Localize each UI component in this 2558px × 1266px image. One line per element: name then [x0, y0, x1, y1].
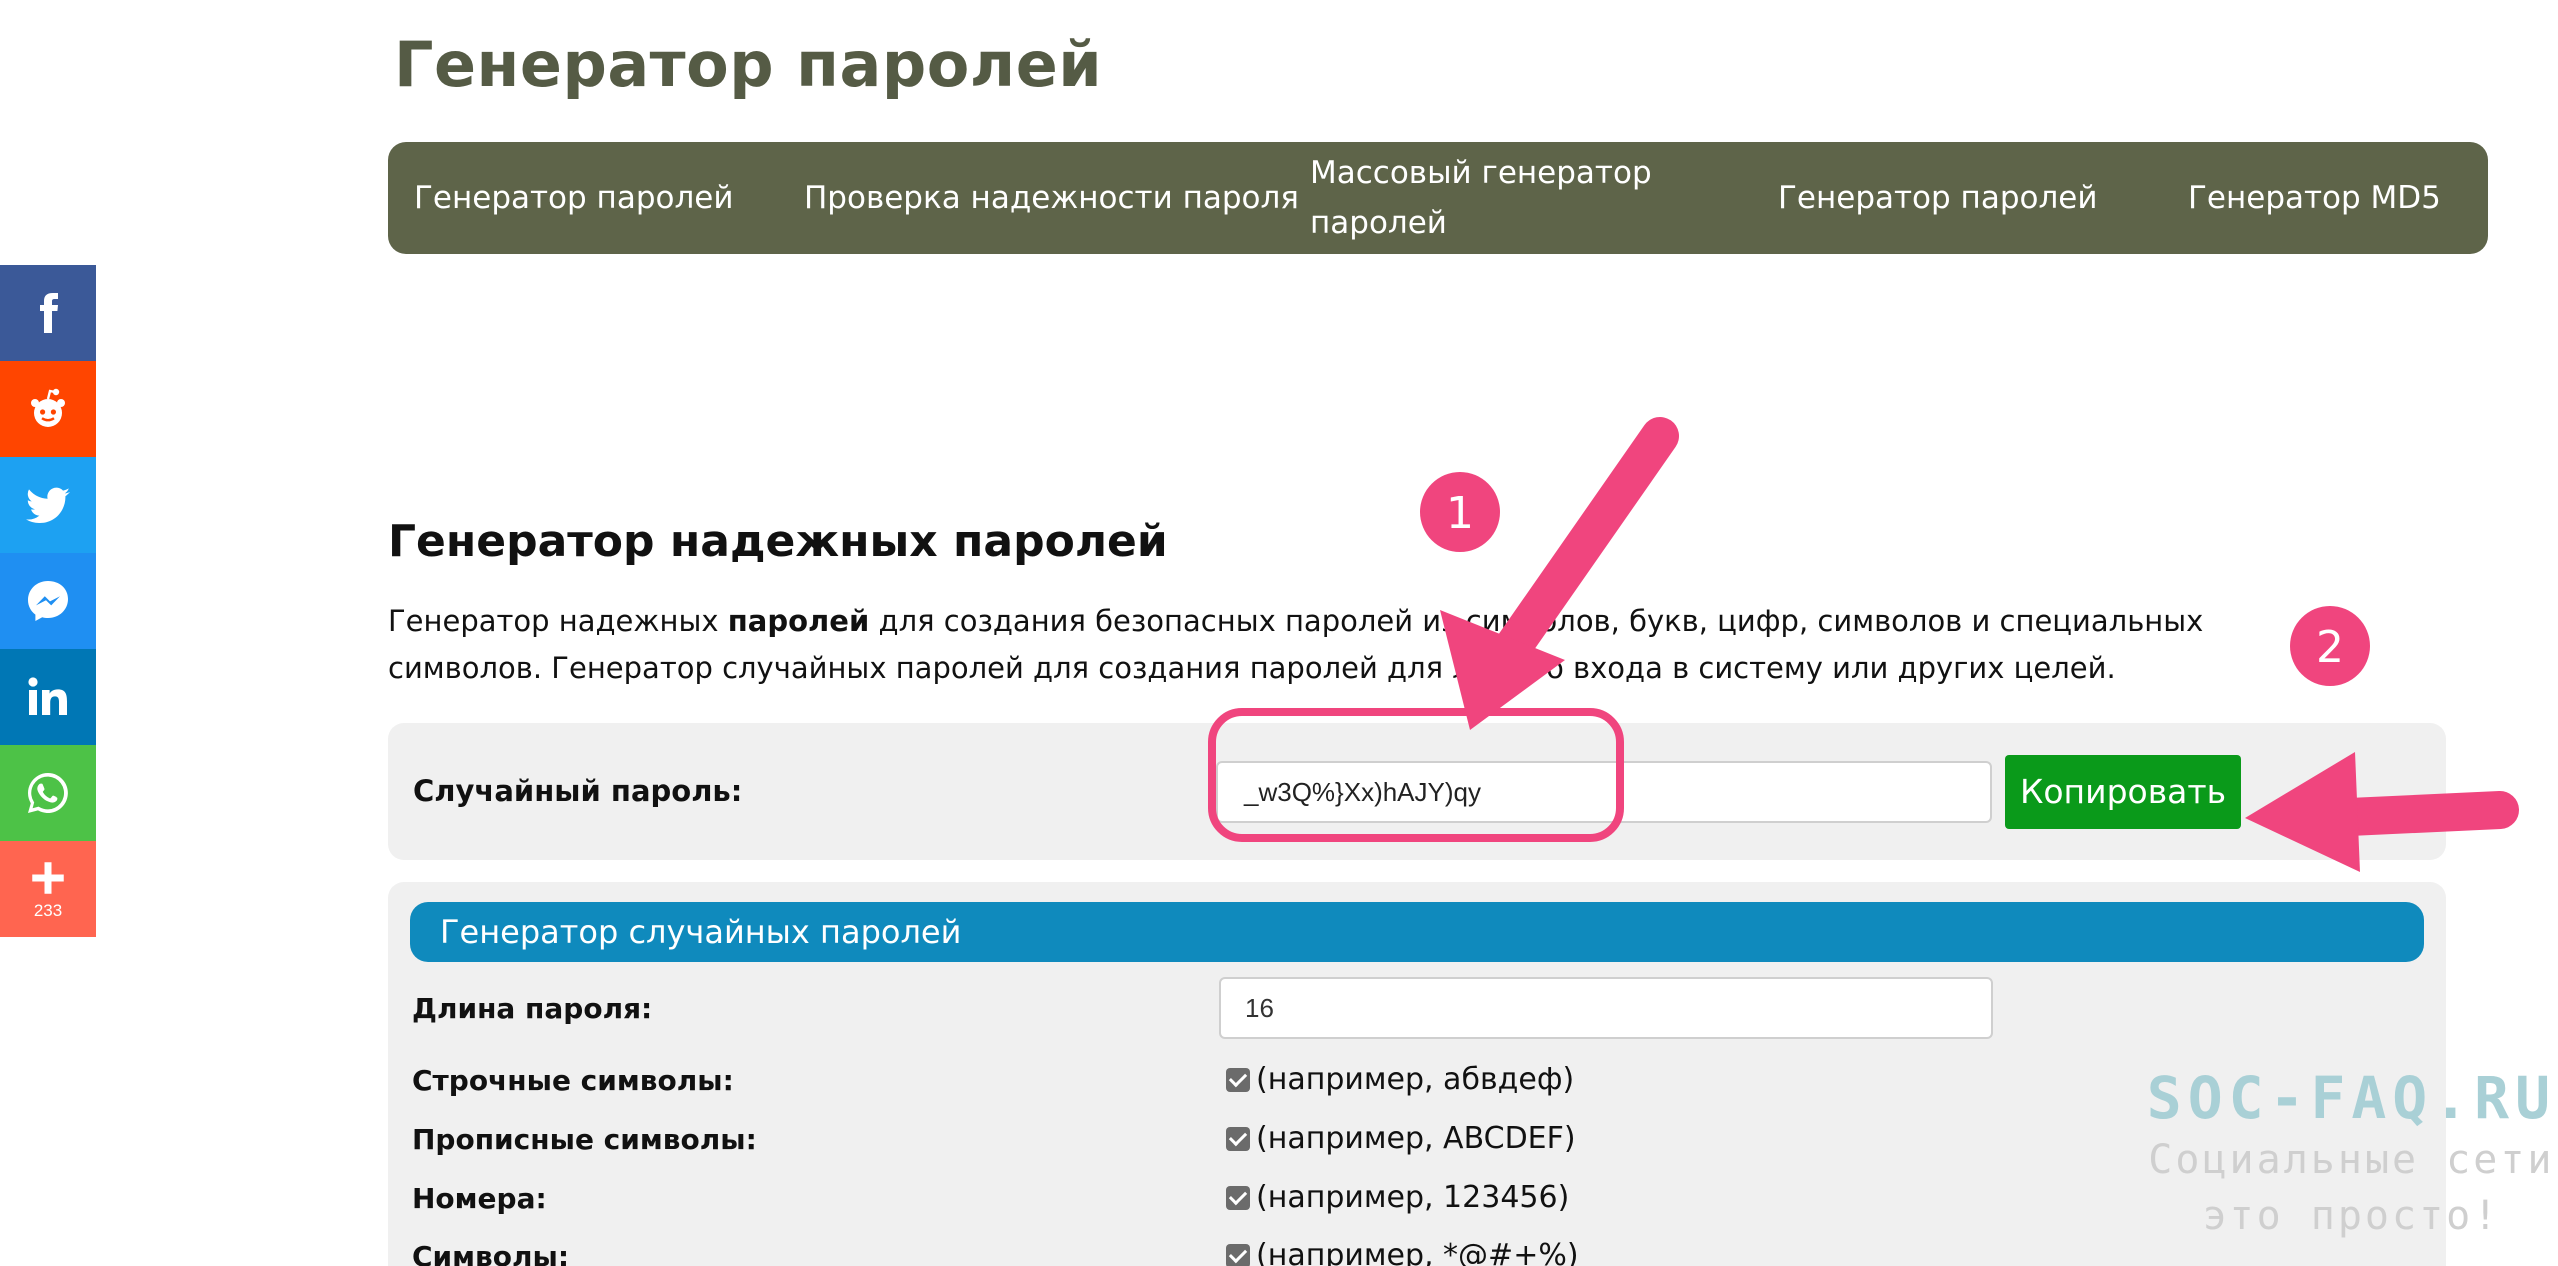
- lowercase-label: Строчные символы:: [412, 1064, 734, 1097]
- twitter-share-button[interactable]: [0, 457, 96, 553]
- badge-1: [1420, 472, 1500, 552]
- linkedin-icon: [28, 677, 67, 715]
- uppercase-example: (например, ABCDEF): [1256, 1121, 1576, 1156]
- messenger-share-button[interactable]: [0, 553, 96, 649]
- password-label: Случайный пароль:: [413, 774, 743, 808]
- facebook-icon: [40, 293, 58, 333]
- options-header: Генератор случайных паролей: [410, 902, 2424, 962]
- social-share-sidebar: 233: [0, 265, 96, 937]
- uppercase-checkbox[interactable]: [1226, 1126, 1250, 1151]
- copy-button[interactable]: Копировать: [2005, 755, 2241, 829]
- badge-2-label: 2: [2316, 622, 2344, 673]
- more-share-button[interactable]: 233: [0, 841, 96, 937]
- numbers-example: (например, 123456): [1256, 1180, 1570, 1215]
- nav-item-md5-generator[interactable]: Генератор MD5: [2188, 173, 2441, 223]
- nav-item-bulk-generator-line1: Массовый генератор: [1310, 155, 1652, 191]
- uppercase-option: (например, ABCDEF): [1226, 1121, 1576, 1156]
- symbols-label: Символы:: [412, 1240, 570, 1266]
- watermark-title: SOC-FAQ.RU: [2146, 1064, 2556, 1132]
- facebook-share-button[interactable]: [0, 265, 96, 361]
- length-label: Длина пароля:: [412, 992, 653, 1025]
- badge-1-label: 1: [1446, 488, 1474, 539]
- numbers-checkbox[interactable]: [1226, 1185, 1250, 1210]
- password-output-field[interactable]: _w3Q%}Xx)hAJY)qy: [1216, 761, 1992, 823]
- reddit-share-button[interactable]: [0, 361, 96, 457]
- nav-item-bulk-generator-line2: паролей: [1310, 205, 1447, 241]
- nav-item-password-generator-2[interactable]: Генератор паролей: [1778, 173, 2098, 223]
- section-description: Генератор надежных паролей для создания …: [388, 598, 2308, 692]
- lowercase-checkbox[interactable]: [1226, 1067, 1250, 1092]
- twitter-icon: [26, 487, 70, 524]
- password-panel: Случайный пароль: _w3Q%}Xx)hAJY)qy Копир…: [388, 723, 2446, 860]
- lowercase-example: (например, абвдеф): [1256, 1062, 1575, 1097]
- page-title: Генератор паролей: [394, 28, 1103, 101]
- section-title: Генератор надежных паролей: [388, 516, 1168, 567]
- symbols-checkbox[interactable]: [1226, 1243, 1250, 1266]
- uppercase-label: Прописные символы:: [412, 1123, 757, 1156]
- symbols-example: (например, *@#+%): [1256, 1238, 1579, 1266]
- section-desc-bold: паролей: [727, 604, 870, 638]
- numbers-option: (например, 123456): [1226, 1180, 1569, 1215]
- nav-item-password-strength[interactable]: Проверка надежности пароля: [804, 173, 1299, 223]
- watermark-line2: это просто!: [2202, 1193, 2501, 1239]
- reddit-icon: [31, 388, 65, 427]
- options-panel: Генератор случайных паролей Длина пароля…: [388, 882, 2446, 1266]
- main-nav: Генератор паролей Проверка надежности па…: [388, 142, 2488, 254]
- symbols-option: (например, *@#+%): [1226, 1238, 1579, 1266]
- messenger-icon: [28, 581, 68, 621]
- length-input[interactable]: 16: [1219, 977, 1993, 1039]
- nav-item-password-generator[interactable]: Генератор паролей: [414, 173, 734, 223]
- whatsapp-icon: [28, 773, 68, 813]
- share-count: 233: [33, 901, 63, 920]
- watermark-line1: Социальные сети: [2148, 1137, 2555, 1183]
- section-desc-part1: Генератор надежных: [388, 604, 728, 638]
- numbers-label: Номера:: [412, 1182, 547, 1215]
- lowercase-option: (например, абвдеф): [1226, 1062, 1574, 1097]
- nav-item-bulk-generator[interactable]: Массовый генератор паролей: [1310, 148, 1652, 248]
- linkedin-share-button[interactable]: [0, 649, 96, 745]
- watermark: SOC-FAQ.RU Социальные сети это просто!: [2147, 1064, 2556, 1244]
- plus-icon: [32, 862, 64, 894]
- whatsapp-share-button[interactable]: [0, 745, 96, 841]
